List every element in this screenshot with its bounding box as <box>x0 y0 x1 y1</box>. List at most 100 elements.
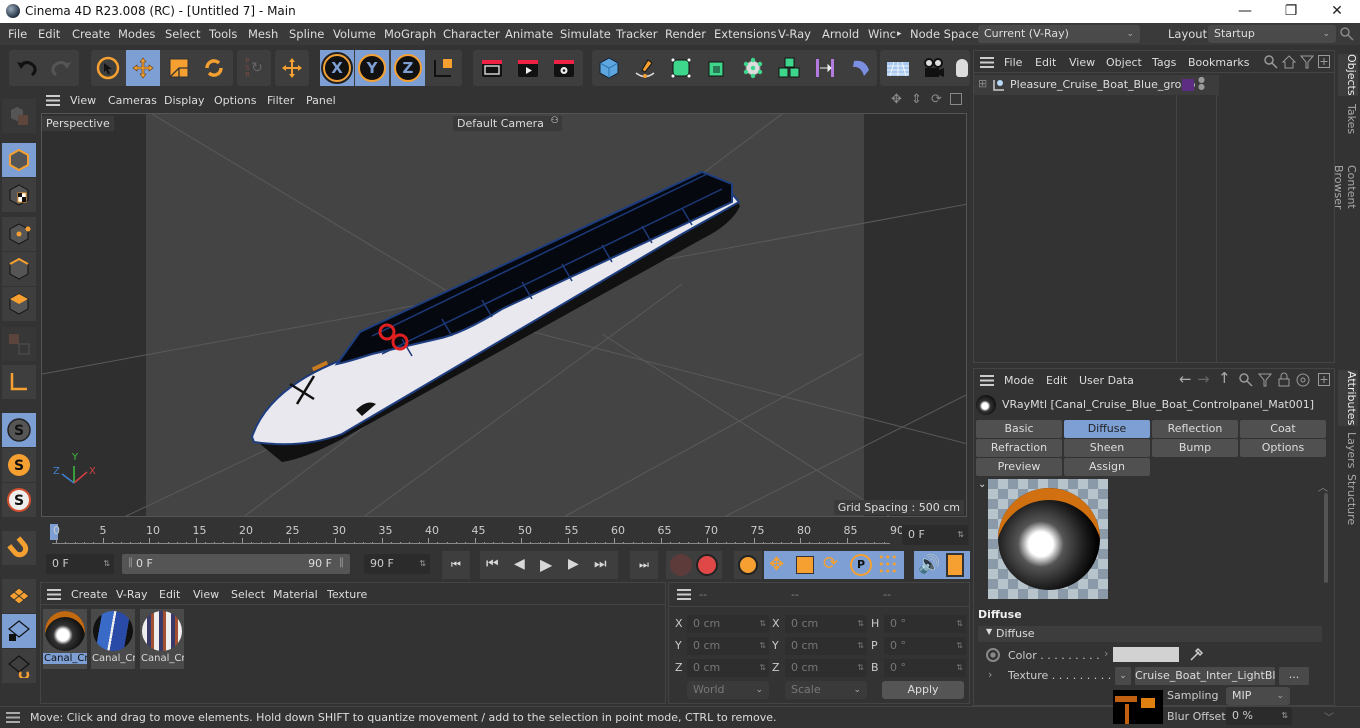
blur-offset-field[interactable]: 0 % ⇅ <box>1226 707 1292 725</box>
autokey-icon[interactable] <box>696 554 718 576</box>
tab-coat[interactable]: Coat <box>1240 420 1326 438</box>
go-to-start-button[interactable]: ⏮ <box>442 551 470 579</box>
object-menu-tags[interactable]: Tags <box>1152 56 1176 69</box>
y-axis-lock-button[interactable]: Y <box>355 50 389 86</box>
up-arrow-icon[interactable]: ↑ <box>1218 369 1231 387</box>
home-icon[interactable] <box>1282 55 1296 69</box>
snap-button[interactable] <box>2 531 36 565</box>
undo-button[interactable] <box>10 50 44 86</box>
hamburger-menu-icon[interactable] <box>677 589 691 600</box>
tab-takes[interactable]: Takes <box>1338 100 1358 138</box>
close-button[interactable]: ✕ <box>1314 0 1360 23</box>
minimize-button[interactable]: — <box>1222 0 1268 23</box>
search-icon[interactable] <box>1340 27 1354 41</box>
search-icon[interactable] <box>1239 373 1253 387</box>
material-preview[interactable] <box>988 479 1108 599</box>
menu-tracker[interactable]: Tracker <box>616 27 658 41</box>
hamburger-menu-icon[interactable] <box>6 712 20 723</box>
menu-mograph[interactable]: MoGraph <box>384 27 436 41</box>
start-frame-field[interactable]: 0 F ⇅ <box>46 554 114 574</box>
attribute-menu-user-data[interactable]: User Data <box>1079 374 1134 387</box>
texture-dropdown-button[interactable]: ⌄ <box>1115 667 1131 685</box>
size-y-field[interactable]: 0 cm ⇅ <box>785 637 867 655</box>
material-menu-texture[interactable]: Texture <box>327 588 367 601</box>
object-row[interactable]: ⊞ Pleasure_Cruise_Boat_Blue_group ● ● <box>974 75 1219 95</box>
record-key-icon[interactable] <box>670 554 692 576</box>
viewport-zoom-icon[interactable]: ⇕ <box>911 92 922 107</box>
material-thumbnail[interactable]: Canal_Cr <box>140 609 184 669</box>
hamburger-menu-icon[interactable] <box>46 95 60 106</box>
subdivision-surface-button[interactable] <box>664 50 698 86</box>
render-settings-button[interactable] <box>547 50 581 86</box>
position-key-icon[interactable]: ✥ <box>769 554 784 575</box>
solo-single-button[interactable]: S <box>2 448 36 482</box>
texture-preview[interactable] <box>1113 690 1163 724</box>
material-menu-vray[interactable]: V-Ray <box>116 588 148 601</box>
tab-preview-settings[interactable]: Preview Settings <box>976 458 1062 491</box>
tab-attributes[interactable]: Attributes <box>1338 370 1358 426</box>
tab-refraction[interactable]: Refraction <box>976 439 1062 457</box>
parameter-key-icon[interactable]: P <box>850 554 872 576</box>
menu-window[interactable]: Winc <box>868 27 896 41</box>
rot-h-field[interactable]: 0 ° ⇅ <box>884 615 966 633</box>
object-menu-object[interactable]: Object <box>1106 56 1142 69</box>
eyedropper-icon[interactable] <box>1189 646 1205 662</box>
new-window-icon[interactable] <box>1318 373 1330 386</box>
planar-workplane-button[interactable] <box>2 649 36 683</box>
z-axis-lock-button[interactable]: Z <box>391 50 425 86</box>
viewport-menu-cameras[interactable]: Cameras <box>108 94 157 107</box>
menu-arnold[interactable]: Arnold <box>822 27 859 41</box>
viewport-menu-view[interactable]: View <box>70 94 96 107</box>
material-thumbnail[interactable]: Canal_Cr <box>91 609 135 669</box>
tab-layers[interactable]: Layers <box>1338 430 1358 470</box>
search-icon[interactable] <box>1264 55 1278 69</box>
hamburger-menu-icon[interactable] <box>980 57 994 68</box>
filter-icon[interactable] <box>1258 373 1272 387</box>
points-mode-button[interactable] <box>2 217 36 251</box>
edges-mode-button[interactable] <box>2 252 36 286</box>
maximize-button[interactable]: ❐ <box>1268 0 1314 23</box>
coordinate-space-select[interactable]: World ⌄ <box>687 681 769 699</box>
viewport-menu-filter[interactable]: Filter <box>267 94 294 107</box>
live-selection-button[interactable] <box>91 50 125 86</box>
range-handle-right-icon[interactable]: ‖ <box>339 557 344 568</box>
menu-mesh[interactable]: Mesh <box>248 27 278 41</box>
viewport-menu-panel[interactable]: Panel <box>306 94 336 107</box>
timeline-ruler[interactable]: 0 5 10 15 20 25 30 35 40 45 50 55 60 65 70 75 80 85 90 0 F… <box>40 520 970 548</box>
pen-spline-button[interactable] <box>628 50 662 86</box>
floor-button[interactable] <box>881 50 915 86</box>
object-menu-edit[interactable]: Edit <box>1035 56 1056 69</box>
diffuse-group-header[interactable]: ▼ Diffuse <box>978 626 1322 642</box>
uv-mode-button[interactable] <box>2 327 36 361</box>
node-space-select[interactable]: Current (V-Ray) ⌄ <box>978 25 1140 43</box>
display-color-tag[interactable] <box>1182 79 1194 91</box>
material-menu-material[interactable]: Material <box>273 588 318 601</box>
object-menu-file[interactable]: File <box>1004 56 1022 69</box>
sampling-select[interactable]: MIP ⌄ <box>1226 687 1290 705</box>
pos-z-field[interactable]: 0 cm ⇅ <box>687 659 769 677</box>
menu-vray[interactable]: V-Ray <box>778 27 811 41</box>
solo-off-button[interactable]: S <box>2 413 36 447</box>
cube-button[interactable] <box>592 50 626 86</box>
tab-objects[interactable]: Objects <box>1338 54 1358 96</box>
rotation-key-icon[interactable]: ⟳ <box>823 553 838 574</box>
tab-sheen[interactable]: Sheen <box>1064 439 1150 457</box>
material-menu-create[interactable]: Create <box>71 588 108 601</box>
object-menu-bookmarks[interactable]: Bookmarks <box>1188 56 1249 69</box>
attribute-menu-mode[interactable]: Mode <box>1004 374 1034 387</box>
rotate-tool-button[interactable] <box>197 50 231 86</box>
material-menu-view[interactable]: View <box>193 588 219 601</box>
next-frame-icon[interactable]: ▶ <box>568 556 579 572</box>
menu-edit[interactable]: Edit <box>38 27 60 41</box>
point-level-icon[interactable]: ••• ••• ••• <box>878 552 902 577</box>
prev-frame-icon[interactable]: ◀ <box>514 556 525 572</box>
viewport-menu-options[interactable]: Options <box>214 94 256 107</box>
model-mode-button[interactable] <box>2 143 36 177</box>
locked-workplane-button[interactable] <box>2 614 36 648</box>
tab-bump[interactable]: Bump <box>1152 439 1238 457</box>
tab-content-browser[interactable]: Content Browser <box>1332 142 1358 232</box>
expand-tree-icon[interactable]: ⊞ <box>978 77 987 90</box>
3d-viewport[interactable]: Y X Z Perspective Default Camera ⚇ Grid S… <box>41 113 967 517</box>
scrollbar[interactable] <box>1324 493 1328 583</box>
material-thumbnail[interactable]: Canal_Cr <box>43 609 87 669</box>
